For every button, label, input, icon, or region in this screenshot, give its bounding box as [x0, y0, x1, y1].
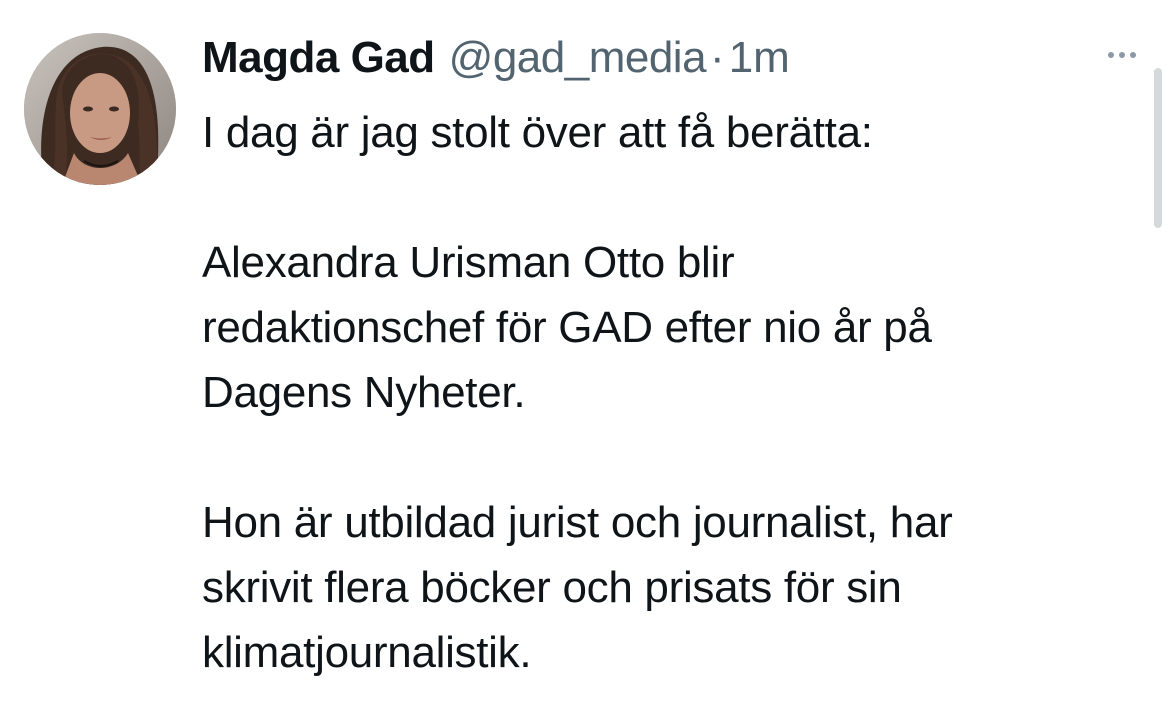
tweet-text-line: skrivit flera böcker och prisats för sin — [202, 563, 902, 612]
header-separator: · — [710, 33, 725, 82]
tweet-header: Magda Gad @gad_media · 1m — [202, 28, 790, 88]
tweet-text-line: Alexandra Urisman Otto blir — [202, 238, 735, 287]
tweet-timestamp[interactable]: 1m — [729, 28, 790, 88]
tweet-text-line: klimatjournalistik. — [202, 628, 532, 677]
tweet-text: I dag är jag stolt över att få berätta: … — [202, 100, 1142, 685]
author-handle[interactable]: @gad_media — [449, 28, 707, 88]
avatar[interactable] — [24, 33, 176, 185]
avatar-photo — [24, 33, 176, 185]
ellipsis-dot — [1130, 52, 1136, 58]
tweet[interactable]: Magda Gad @gad_media · 1m I dag är jag s… — [0, 0, 1170, 705]
ellipsis-icon[interactable] — [1100, 40, 1144, 70]
ellipsis-dot — [1119, 52, 1125, 58]
tweet-text-line: redaktionschef för GAD efter nio år på — [202, 303, 932, 352]
ellipsis-dot — [1108, 52, 1114, 58]
tweet-text-line: Hon är utbildad jurist och journalist, h… — [202, 498, 953, 547]
tweet-text-line: I dag är jag stolt över att få berätta: — [202, 108, 873, 157]
tweet-text-line: Dagens Nyheter. — [202, 368, 526, 417]
author-name[interactable]: Magda Gad — [202, 28, 435, 88]
scrollbar[interactable] — [1154, 68, 1162, 228]
